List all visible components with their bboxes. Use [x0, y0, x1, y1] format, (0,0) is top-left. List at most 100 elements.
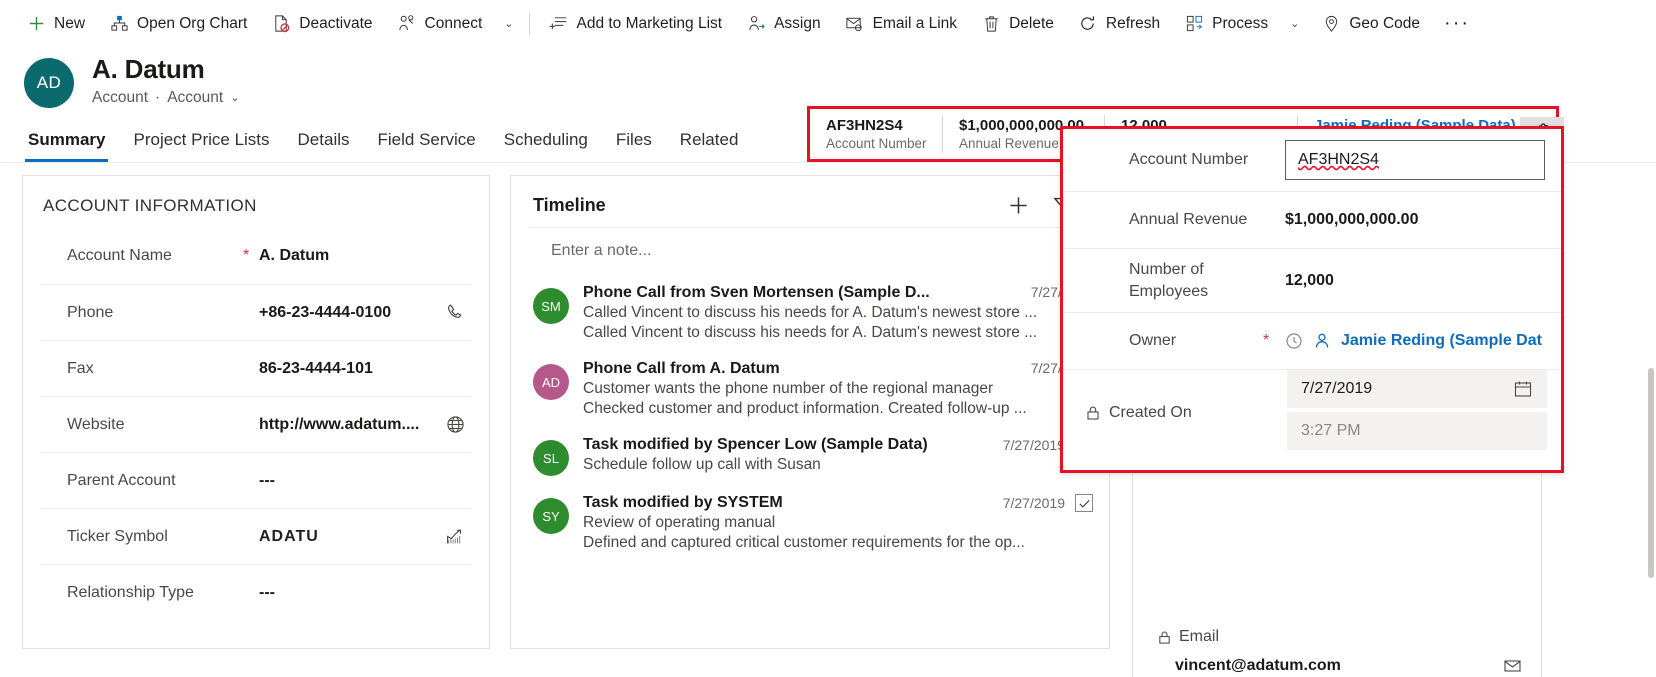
- flyout-row-number-of-employees[interactable]: Number of Employees 12,000: [1063, 248, 1561, 312]
- stock-chart-icon[interactable]: [441, 526, 469, 547]
- connect-button[interactable]: Connect: [385, 8, 495, 40]
- tab-field-service[interactable]: Field Service: [364, 122, 490, 162]
- field-label: Account Number: [1129, 151, 1249, 169]
- created-on-time: 3:27 PM: [1287, 412, 1547, 450]
- marketing-list-icon: [548, 14, 568, 34]
- timeline-item-desc-1: Schedule follow up call with Susan: [583, 456, 821, 473]
- connect-label: Connect: [424, 14, 483, 32]
- section-title: ACCOUNT INFORMATION: [43, 196, 257, 215]
- page-title: A. Datum: [92, 54, 205, 84]
- recent-items-icon[interactable]: [1285, 332, 1303, 350]
- field-label: Ticker Symbol: [67, 527, 168, 545]
- timeline-item[interactable]: SM Phone Call from Sven Mortensen (Sampl…: [511, 276, 1109, 352]
- timeline-item-subject: Task modified by SYSTEM: [583, 494, 783, 511]
- person-icon: [1312, 331, 1332, 351]
- header-field-account-number[interactable]: AF3HN2S4 Account Number: [810, 115, 943, 153]
- connect-dropdown-chevron[interactable]: ⌄: [494, 11, 523, 36]
- overflow-menu-button[interactable]: ···: [1432, 10, 1482, 37]
- header-field-label: Account Number: [826, 136, 927, 151]
- field-label: Number of Employees: [1129, 260, 1209, 300]
- tab-project-price-lists[interactable]: Project Price Lists: [119, 122, 283, 162]
- refresh-button[interactable]: Refresh: [1066, 8, 1172, 40]
- delete-button[interactable]: Delete: [969, 8, 1066, 40]
- plus-icon: [26, 14, 46, 34]
- add-to-marketing-list-button[interactable]: Add to Marketing List: [536, 8, 734, 40]
- assign-button[interactable]: Assign: [734, 8, 833, 40]
- timeline-item[interactable]: SY Task modified by SYSTEM 7/27/2019 Rev…: [511, 486, 1109, 562]
- page-scrollbar-thumb[interactable]: [1648, 368, 1654, 578]
- created-on-date: 7/27/2019: [1287, 370, 1547, 408]
- process-button[interactable]: Process: [1172, 8, 1280, 40]
- field-row-account-name[interactable]: Account Name * A. Datum: [41, 228, 471, 284]
- flyout-row-account-number[interactable]: Account Number AF3HN2S4: [1063, 129, 1561, 191]
- task-complete-checkbox[interactable]: [1075, 494, 1093, 512]
- timeline-item-date: 7/27/2019: [1003, 494, 1093, 512]
- field-value: +86-23-4444-0100: [259, 303, 392, 321]
- timeline-item[interactable]: AD Phone Call from A. Datum 7/27/2019 Cu…: [511, 352, 1109, 428]
- field-label-text: Email: [1179, 628, 1220, 645]
- timeline-item-desc-1: Called Vincent to discuss his needs for …: [583, 304, 1038, 321]
- field-row-relationship-type[interactable]: Relationship Type ---: [41, 564, 471, 620]
- flyout-row-annual-revenue[interactable]: Annual Revenue $1,000,000,000.00: [1063, 191, 1561, 248]
- geo-code-button[interactable]: Geo Code: [1309, 8, 1432, 40]
- header-field-value: AF3HN2S4: [826, 117, 903, 134]
- field-value: A. Datum: [259, 247, 330, 264]
- record-header: AD A. Datum Account · Account ⌄ AF3HN2S4…: [0, 47, 1656, 162]
- email-a-link-label: Email a Link: [872, 14, 958, 32]
- email-icon[interactable]: [1503, 656, 1523, 676]
- tab-details[interactable]: Details: [284, 122, 364, 162]
- field-label-text: Created On: [1109, 403, 1192, 421]
- globe-icon[interactable]: [441, 414, 469, 435]
- email-a-link-button[interactable]: Email a Link: [833, 8, 969, 40]
- timeline-item-subject: Phone Call from A. Datum: [583, 360, 780, 377]
- account-information-card: ACCOUNT INFORMATION Account Name * A. Da…: [22, 175, 490, 649]
- tab-related[interactable]: Related: [666, 122, 753, 162]
- required-asterisk: *: [243, 247, 250, 264]
- owner-lookup-value[interactable]: Jamie Reding (Sample Dat: [1285, 331, 1547, 351]
- calendar-icon[interactable]: [1513, 379, 1533, 399]
- crm-account-form: New Open Org Chart Deactivate Connect ⌄ …: [0, 0, 1656, 677]
- field-value: 86-23-4444-101: [259, 359, 373, 377]
- field-value: ADATU: [259, 527, 319, 545]
- entity-name: Account: [92, 88, 149, 106]
- new-button[interactable]: New: [14, 8, 97, 40]
- process-label: Process: [1212, 14, 1269, 32]
- delete-icon: [981, 14, 1001, 34]
- field-value: http://www.adatum....: [259, 415, 420, 433]
- note-input[interactable]: Enter a note...: [529, 227, 1091, 276]
- timeline-item-desc-2: Defined and captured critical customer r…: [583, 534, 1025, 551]
- field-label-email: Email: [1157, 628, 1523, 646]
- geo-code-icon: [1321, 14, 1341, 34]
- avatar: SM: [533, 288, 569, 324]
- new-label: New: [54, 14, 86, 32]
- field-label: Website: [67, 415, 125, 433]
- tab-summary[interactable]: Summary: [14, 122, 119, 162]
- field-row-parent-account[interactable]: Parent Account ---: [41, 452, 471, 508]
- field-row-phone[interactable]: Phone +86-23-4444-0100: [41, 284, 471, 340]
- deactivate-button[interactable]: Deactivate: [259, 8, 384, 40]
- owner-link[interactable]: Jamie Reding (Sample Dat: [1341, 332, 1542, 350]
- timeline-item[interactable]: SL Task modified by Spencer Low (Sample …: [511, 428, 1109, 486]
- required-asterisk: *: [1263, 332, 1270, 349]
- form-selector-chevron-down-icon[interactable]: ⌄: [230, 91, 239, 104]
- open-org-chart-button[interactable]: Open Org Chart: [97, 8, 259, 40]
- created-on-date-text: 7/27/2019: [1301, 380, 1373, 397]
- flyout-row-owner[interactable]: Owner * Jamie Reding (Sample Dat: [1063, 312, 1561, 369]
- field-label: Phone: [67, 303, 114, 321]
- open-org-chart-label: Open Org Chart: [137, 14, 248, 32]
- phone-icon[interactable]: [441, 302, 469, 323]
- timeline-item-header: Task modified by Spencer Low (Sample Dat…: [583, 436, 1093, 454]
- tab-files[interactable]: Files: [602, 122, 666, 162]
- field-row-ticker-symbol[interactable]: Ticker Symbol ADATU: [41, 508, 471, 564]
- plus-icon[interactable]: [1007, 194, 1030, 217]
- tab-scheduling[interactable]: Scheduling: [490, 122, 602, 162]
- field-row-website[interactable]: Website http://www.adatum....: [41, 396, 471, 452]
- form-name: Account: [167, 88, 224, 106]
- timeline-item-desc-2: Checked customer and product information…: [583, 400, 1027, 417]
- account-number-input[interactable]: AF3HN2S4: [1285, 140, 1545, 180]
- field-row-fax[interactable]: Fax 86-23-4444-101: [41, 340, 471, 396]
- account-number-input-value: AF3HN2S4: [1298, 151, 1379, 168]
- process-dropdown-chevron[interactable]: ⌄: [1280, 11, 1309, 36]
- process-icon: [1184, 14, 1204, 34]
- assign-label: Assign: [774, 14, 821, 32]
